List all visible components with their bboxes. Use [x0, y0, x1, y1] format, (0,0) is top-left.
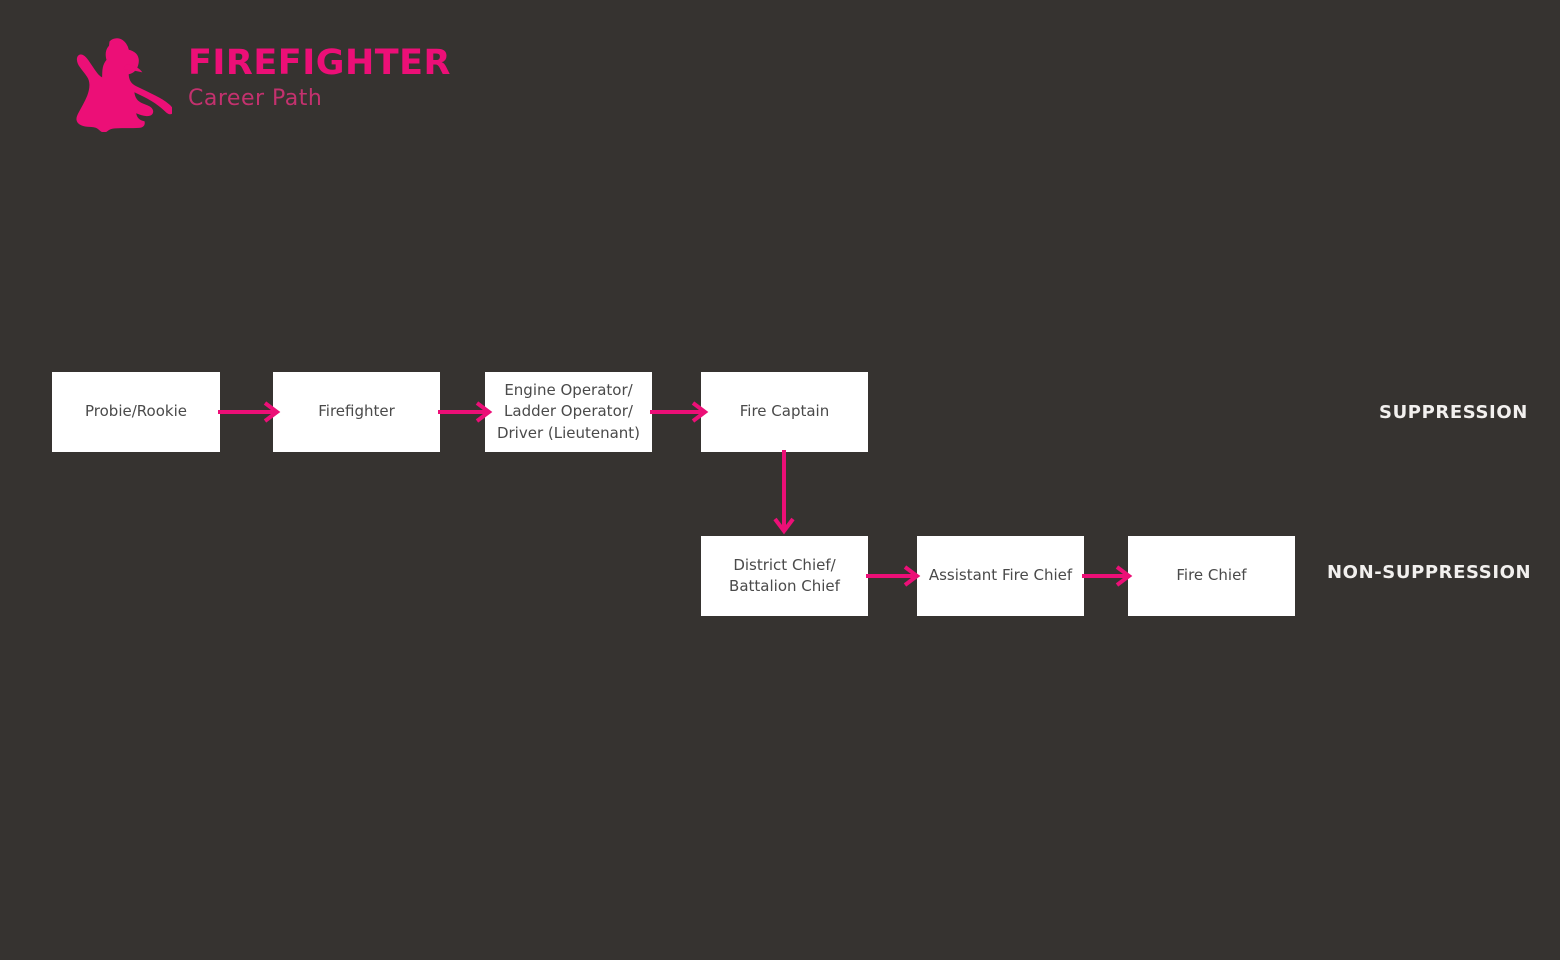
arrow-engine-operator-to-fire-captain [650, 401, 709, 423]
arrow-probie-to-firefighter [218, 401, 281, 423]
brand-title: FIREFIGHTER [188, 43, 451, 83]
flow-node-probie-rookie[interactable]: Probie/Rookie [52, 372, 220, 452]
arrow-district-chief-to-assistant-fire-chief [866, 565, 921, 587]
flow-node-engine-operator[interactable]: Engine Operator/ Ladder Operator/ Driver… [485, 372, 652, 452]
flow-node-fire-chief[interactable]: Fire Chief [1128, 536, 1295, 616]
flow-node-district-chief[interactable]: District Chief/ Battalion Chief [701, 536, 868, 616]
brand-text-block: FIREFIGHTER Career Path [188, 46, 451, 110]
flow-node-label: District Chief/ Battalion Chief [729, 555, 840, 595]
firefighter-career-path-diagram: FIREFIGHTER Career Path Probie/Rookie Fi… [0, 0, 1560, 960]
brand-subtitle: Career Path [188, 86, 323, 111]
flow-node-firefighter[interactable]: Firefighter [273, 372, 440, 452]
flow-node-label: Fire Captain [739, 402, 830, 421]
arrow-assistant-fire-chief-to-fire-chief [1082, 565, 1133, 587]
flow-node-label: Engine Operator/ Ladder Operator/ Driver… [496, 381, 641, 442]
brand-lockup: FIREFIGHTER Career Path [68, 36, 451, 132]
flow-node-fire-captain[interactable]: Fire Captain [701, 372, 868, 452]
flow-node-label: Firefighter [318, 402, 395, 421]
flow-node-label: Fire Chief [1176, 566, 1247, 585]
flow-node-assistant-fire-chief[interactable]: Assistant Fire Chief [917, 536, 1084, 616]
flow-node-label: Assistant Fire Chief [928, 566, 1073, 585]
track-label-suppression: SUPPRESSION [1379, 402, 1528, 423]
arrow-firefighter-to-engine-operator [438, 401, 493, 423]
track-label-non-suppression: NON-SUPPRESSION [1327, 562, 1532, 583]
flow-node-label: Probie/Rookie [85, 402, 187, 421]
arrow-fire-captain-to-district-chief [773, 450, 795, 535]
firefighter-silhouette-icon [76, 38, 172, 132]
